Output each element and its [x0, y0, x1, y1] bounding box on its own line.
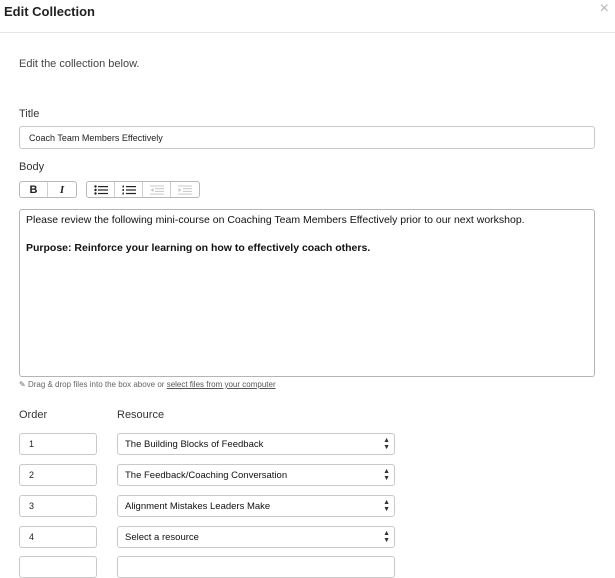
resource-select-2[interactable]: The Feedback/Coaching Conversation ▲ ▼	[117, 464, 395, 486]
resource-select-5[interactable]	[117, 556, 395, 578]
order-input-3[interactable]	[19, 495, 97, 517]
indent-icon	[178, 185, 192, 195]
resource-select-value: The Building Blocks of Feedback	[125, 438, 264, 450]
drop-note: ✎ Drag & drop files into the box above o…	[19, 380, 276, 389]
resource-select-value: The Feedback/Coaching Conversation	[125, 469, 288, 481]
close-icon[interactable]: ×	[600, 0, 609, 18]
bold-button[interactable]: B	[20, 182, 48, 197]
order-input-4[interactable]	[19, 526, 97, 548]
indent-button[interactable]	[171, 182, 199, 197]
select-files-link[interactable]: select files from your computer	[167, 380, 276, 389]
numbered-list-icon	[122, 185, 136, 194]
numbered-list-button[interactable]	[115, 182, 143, 197]
italic-button[interactable]: I	[48, 182, 76, 197]
intro-text: Edit the collection below.	[19, 58, 140, 70]
order-input-5[interactable]	[19, 556, 97, 578]
resource-select-1[interactable]: The Building Blocks of Feedback ▲ ▼	[117, 433, 395, 455]
resource-select-4[interactable]: Select a resource ▲ ▼	[117, 526, 395, 548]
resource-header: Resource	[117, 409, 165, 421]
dialog-header: Edit Collection ×	[0, 0, 615, 33]
outdent-icon	[149, 185, 164, 195]
bullet-list-button[interactable]	[87, 182, 115, 197]
paperclip-icon: ✎	[19, 380, 26, 389]
body-label: Body	[19, 161, 45, 173]
body-editor[interactable]: Please review the following mini-course …	[19, 209, 595, 377]
order-input-2[interactable]	[19, 464, 97, 486]
select-arrows-icon: ▲ ▼	[383, 530, 390, 544]
dialog-title: Edit Collection	[4, 4, 95, 19]
body-paragraph: Please review the following mini-course …	[26, 214, 525, 226]
bullet-list-icon	[93, 184, 108, 195]
outdent-button[interactable]	[143, 182, 171, 197]
select-arrows-icon: ▲ ▼	[383, 468, 390, 482]
resource-select-value: Select a resource	[125, 531, 199, 543]
select-arrows-icon: ▲ ▼	[383, 437, 390, 451]
order-header: Order	[19, 409, 48, 421]
resource-select-value: Alignment Mistakes Leaders Make	[125, 500, 271, 512]
select-arrows-icon: ▲ ▼	[383, 499, 390, 513]
drop-note-text: Drag & drop files into the box above or	[27, 380, 167, 389]
body-purpose-paragraph: Purpose: Reinforce your learning on how …	[26, 242, 371, 254]
order-input-1[interactable]	[19, 433, 97, 455]
list-toolbar	[86, 181, 200, 198]
format-toolbar: B I	[19, 181, 77, 198]
title-input[interactable]	[19, 126, 595, 149]
title-label: Title	[19, 108, 40, 120]
resource-select-3[interactable]: Alignment Mistakes Leaders Make ▲ ▼	[117, 495, 395, 517]
